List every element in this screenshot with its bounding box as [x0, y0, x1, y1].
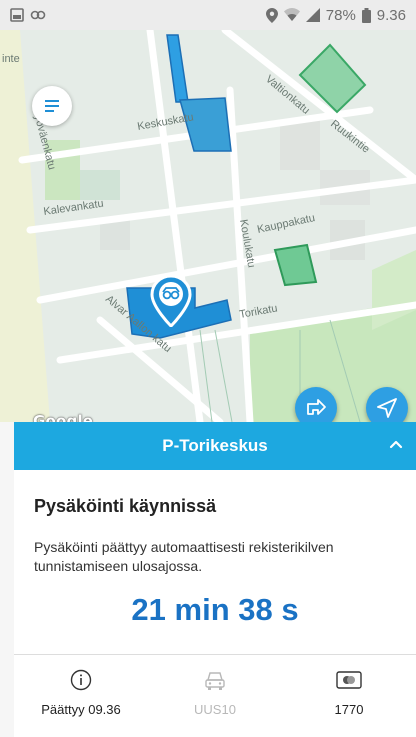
wifi-icon — [283, 8, 300, 21]
map-pin-icon — [150, 274, 192, 329]
location-icon — [265, 7, 278, 23]
directions-icon — [307, 399, 326, 415]
navigate-button[interactable] — [366, 387, 408, 422]
sheet-header[interactable]: P-Torikeskus — [14, 422, 416, 470]
battery-icon — [361, 7, 371, 23]
gallery-icon — [10, 8, 24, 22]
map-view[interactable]: Keskuskatu Työväenkatu Valtionkatu Ruuki… — [0, 30, 416, 422]
status-left-icons — [10, 8, 46, 22]
link-icon — [30, 10, 46, 20]
status-time: 9.36 — [376, 6, 406, 24]
map-menu-button[interactable] — [32, 86, 72, 126]
signal-icon — [305, 8, 320, 22]
card-label: 1770 — [334, 702, 364, 717]
battery-percent: 78% — [325, 6, 356, 24]
payment-card-item[interactable]: 1770 — [282, 668, 416, 717]
menu-icon — [45, 100, 59, 112]
parking-description: Pysäköinti päättyy automaattisesti rekis… — [34, 539, 334, 574]
chevron-up-icon[interactable] — [388, 437, 404, 453]
end-time-label: Päättyy 09.36 — [41, 702, 121, 717]
status-bar: 78% 9.36 — [0, 0, 416, 30]
end-time-item[interactable]: Päättyy 09.36 — [14, 668, 148, 717]
credit-card-icon — [336, 671, 362, 689]
status-right-icons: 78% 9.36 — [265, 6, 406, 24]
parking-timer: 21 min 38 s — [131, 592, 299, 627]
navigation-arrow-icon — [377, 398, 397, 418]
parking-details-panel: Pysäköinti käynnissä Pysäköinti päättyy … — [14, 470, 416, 737]
street-label: inte — [2, 53, 20, 65]
parking-area-title: P-Torikeskus — [162, 436, 268, 455]
info-icon — [70, 669, 92, 691]
directions-button[interactable] — [295, 387, 337, 422]
footer-divider — [14, 654, 416, 655]
parking-location-pin[interactable] — [150, 274, 192, 329]
parking-status-title: Pysäköinti käynnissä — [34, 496, 217, 516]
car-icon — [205, 672, 225, 690]
vehicle-item[interactable]: UUS10 — [148, 668, 282, 717]
vehicle-label: UUS10 — [194, 702, 236, 717]
google-attribution: Google — [33, 412, 94, 422]
